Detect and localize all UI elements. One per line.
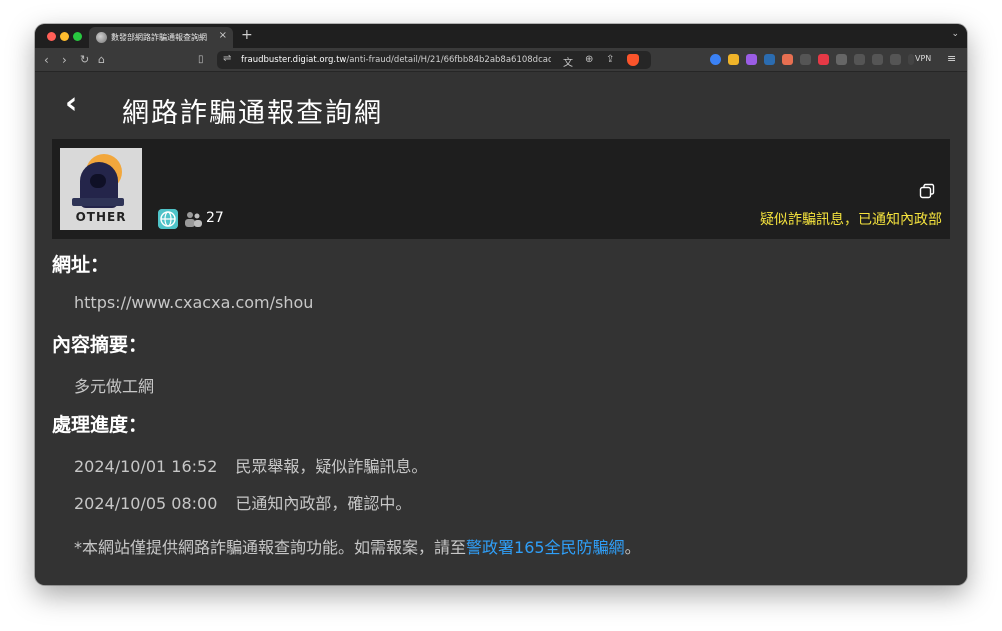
extension-tool-icon[interactable]	[800, 54, 811, 65]
report-count: 27	[206, 210, 224, 226]
zoom-icon[interactable]: ⊕	[585, 54, 593, 65]
tab-title: 數發部網路詐騙通報查詢網	[111, 33, 207, 42]
page-title: 網路詐騙通報查詢網	[122, 98, 383, 129]
extension-fox-icon[interactable]	[782, 54, 793, 65]
summary-heading: 內容摘要：	[52, 334, 148, 356]
back-button[interactable]: ‹	[65, 89, 77, 119]
brave-shield-icon[interactable]	[627, 54, 639, 66]
tab-list-chevron-icon[interactable]: ⌄	[951, 29, 959, 39]
extension-key-icon[interactable]	[728, 54, 739, 65]
progress-entry: 2024/10/01 16:52 民眾舉報，疑似詐騙訊息。	[74, 453, 427, 477]
extension-chat-icon[interactable]	[854, 54, 865, 65]
disclaimer-text: *本網站僅提供網路詐騙通報查詢功能。如需報案，請至	[74, 538, 467, 557]
vpn-button[interactable]: VPN	[915, 54, 931, 63]
home-icon[interactable]: ⌂	[98, 52, 105, 68]
summary-text: 多元做工網	[74, 377, 155, 396]
zoom-window-button[interactable]	[73, 32, 82, 41]
report-card: OTHER 27 疑似詐騙訊息，已通知內政部	[52, 139, 950, 239]
page-content: ‹ 網路詐騙通報查詢網 OTHER 27 疑似詐騙訊息，已通知內政部 網址： h…	[35, 73, 967, 585]
url-path: /anti-fraud/detail/H/21/66fbb84b2ab8a610…	[346, 55, 551, 65]
forward-nav-icon[interactable]: ›	[62, 52, 67, 68]
disclaimer: *本網站僅提供網路詐騙通報查詢功能。如需報案，請至警政署165全民防騙網。	[74, 534, 641, 558]
copy-icon[interactable]	[919, 183, 935, 199]
address-bar[interactable]: ⇌ fraudbuster.digiat.org.tw/anti-fraud/d…	[217, 51, 651, 69]
site-settings-icon[interactable]: ⇌	[223, 53, 231, 64]
downloads-icon[interactable]	[872, 54, 883, 65]
hacker-face-shape	[90, 174, 106, 188]
progress-entry: 2024/10/05 08:00 已通知內政部，確認中。	[74, 490, 411, 514]
browser-toolbar: ‹ › ↻ ⌂ ▯ ⇌ fraudbuster.digiat.org.tw/an…	[35, 48, 967, 72]
share-icon[interactable]: ⇪	[606, 54, 614, 65]
reported-url: https://www.cxacxa.com/shou	[74, 293, 314, 312]
url-host: fraudbuster.digiat.org.tw	[241, 55, 347, 65]
minimize-window-button[interactable]	[60, 32, 69, 41]
npa-165-link[interactable]: 警政署165全民防騙網	[466, 538, 625, 557]
extension-a-icon[interactable]	[818, 54, 829, 65]
address-bar-url: fraudbuster.digiat.org.tw/anti-fraud/det…	[241, 55, 551, 65]
category-thumbnail: OTHER	[60, 148, 142, 230]
browser-window: 數發部網路詐騙通報查詢網 × + ⌄ ‹ › ↻ ⌂ ▯ ⇌ fraudbust…	[35, 24, 967, 585]
translate-icon[interactable]: 文	[563, 54, 573, 69]
extension-k-icon[interactable]	[764, 54, 775, 65]
progress-text: 民眾舉報，疑似詐騙訊息。	[235, 457, 428, 476]
tab-strip: 數發部網路詐騙通報查詢網 × + ⌄	[35, 24, 967, 48]
sidebar-icon[interactable]	[890, 54, 901, 65]
progress-text: 已通知內政部，確認中。	[235, 494, 412, 513]
site-favicon-icon	[96, 32, 107, 43]
disclaimer-suffix: 。	[624, 538, 641, 557]
reporters-icon	[185, 212, 202, 227]
extension-c-icon[interactable]	[710, 54, 721, 65]
extension-puzzle-icon[interactable]	[836, 54, 847, 65]
progress-date: 2024/10/01 16:52	[74, 457, 218, 476]
menu-icon[interactable]: ≡	[947, 52, 956, 65]
progress-heading: 處理進度：	[52, 414, 148, 436]
extension-feather-icon[interactable]	[746, 54, 757, 65]
progress-date: 2024/10/05 08:00	[74, 494, 218, 513]
new-tab-button[interactable]: +	[241, 27, 253, 43]
globe-icon	[158, 209, 178, 229]
back-nav-icon[interactable]: ‹	[44, 52, 49, 68]
url-heading: 網址：	[52, 254, 110, 276]
tab-close-icon[interactable]: ×	[219, 30, 227, 41]
category-label: OTHER	[75, 210, 127, 224]
laptop-shape	[72, 198, 124, 206]
reload-icon[interactable]: ↻	[80, 52, 89, 68]
status-badge: 疑似詐騙訊息，已通知內政部	[760, 212, 942, 228]
leo-icon[interactable]	[908, 54, 914, 65]
bookmark-icon[interactable]: ▯	[198, 52, 204, 68]
close-window-button[interactable]	[47, 32, 56, 41]
browser-tab-active[interactable]: 數發部網路詐騙通報查詢網 ×	[89, 27, 233, 48]
